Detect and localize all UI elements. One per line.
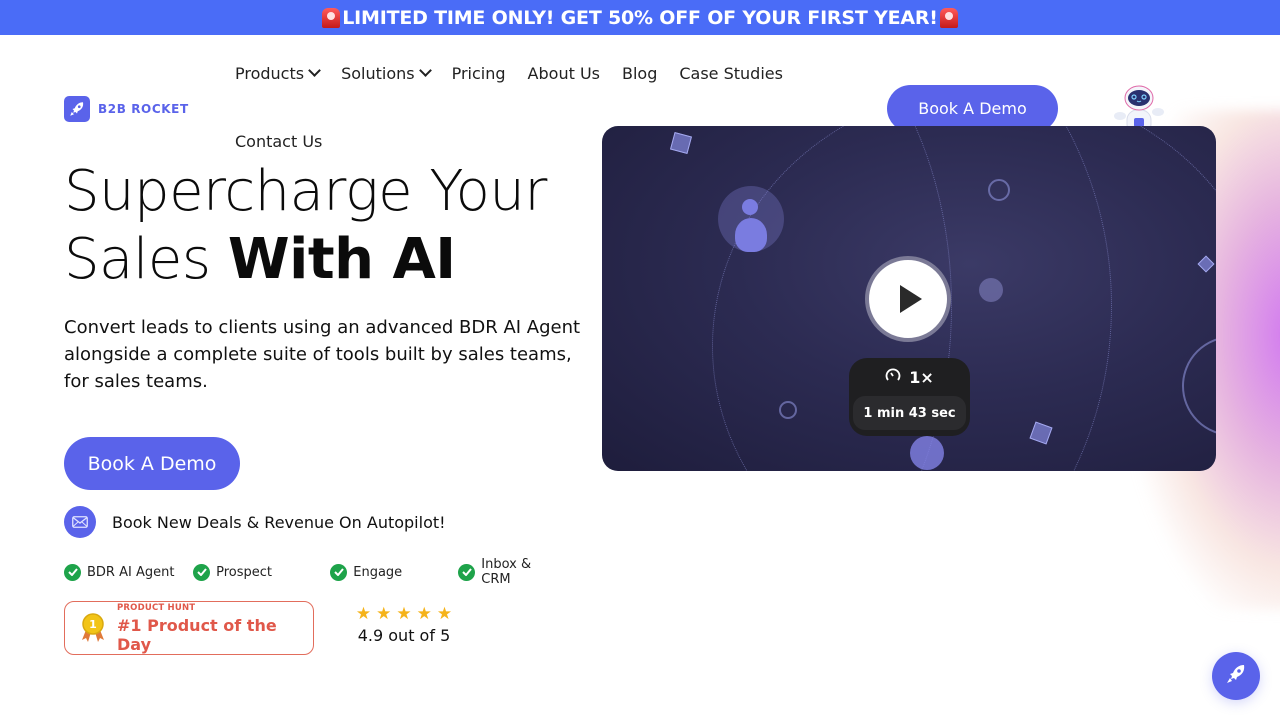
- decorative-dot: [910, 436, 944, 470]
- product-hunt-badge[interactable]: 1 PRODUCT HUNT #1 Product of the Day: [64, 601, 314, 655]
- star-icon: ★: [396, 604, 412, 624]
- chevron-down-icon: [308, 64, 321, 77]
- star-icon: ★: [416, 604, 432, 624]
- nav-label: Case Studies: [679, 63, 783, 83]
- avatar-bubble-icon: [718, 186, 784, 252]
- star-icon: ★: [376, 604, 392, 624]
- star-rating: ★ ★ ★ ★ ★: [354, 606, 454, 623]
- promo-banner-text: LIMITED TIME ONLY! GET 50% OFF OF YOUR F…: [342, 6, 938, 29]
- nav-label: Pricing: [451, 63, 506, 83]
- rating-summary: ★ ★ ★ ★ ★ 4.9 out of 5: [354, 606, 454, 646]
- product-hunt-title: #1 Product of the Day: [117, 615, 277, 654]
- rocket-icon: [64, 96, 90, 122]
- feature-label: Engage: [353, 564, 403, 580]
- feature-label: BDR AI Agent: [87, 564, 175, 580]
- promo-banner[interactable]: LIMITED TIME ONLY! GET 50% OFF OF YOUR F…: [0, 0, 1280, 35]
- feature-item: BDR AI Agent: [64, 557, 193, 587]
- playback-speed: 1×: [909, 367, 934, 387]
- nav-label: About Us: [527, 63, 600, 83]
- nav-item-about-us[interactable]: About Us: [528, 64, 600, 83]
- video-duration: 1 min 43 sec: [853, 396, 966, 430]
- hero-book-demo-button[interactable]: Book A Demo: [64, 437, 240, 490]
- nav-item-solutions[interactable]: Solutions: [341, 63, 432, 83]
- brand-name: B2B ROCKET: [98, 102, 189, 116]
- product-hunt-kicker: PRODUCT HUNT: [117, 602, 196, 613]
- medal-icon: 1: [81, 612, 105, 644]
- autopilot-tagline: Book New Deals & Revenue On Autopilot!: [64, 506, 446, 538]
- siren-icon: [322, 7, 341, 28]
- decorative-ring: [779, 401, 797, 419]
- feature-label: Prospect: [216, 564, 273, 580]
- star-icon: ★: [436, 604, 453, 624]
- feature-list: BDR AI Agent Prospect Engage Inbox & CRM: [64, 557, 564, 587]
- star-icon: ★: [355, 604, 372, 624]
- check-circle-icon: [193, 563, 211, 581]
- main-nav: Products Solutions Pricing About Us Blog…: [235, 60, 835, 152]
- nav-item-case-studies[interactable]: Case Studies: [679, 64, 783, 83]
- header-book-demo-button[interactable]: Book A Demo: [887, 85, 1058, 132]
- play-button[interactable]: [865, 256, 951, 342]
- check-circle-icon: [64, 563, 81, 581]
- mail-icon: [64, 506, 96, 538]
- hero-title-emphasis: With AI: [227, 227, 456, 292]
- chat-widget-button[interactable]: [1212, 652, 1260, 700]
- check-circle-icon: [458, 563, 476, 581]
- siren-icon: [939, 7, 958, 28]
- feature-item: Engage: [330, 557, 458, 587]
- feature-item: Inbox & CRM: [458, 557, 564, 587]
- hero-description: Convert leads to clients using an advanc…: [64, 317, 581, 392]
- nav-item-pricing[interactable]: Pricing: [452, 64, 506, 83]
- playback-info: 1× 1 min 43 sec: [849, 358, 970, 436]
- playback-speed-button[interactable]: 1×: [849, 358, 970, 396]
- rocket-icon: [1224, 662, 1248, 690]
- nav-label: Blog: [621, 63, 658, 83]
- tagline-text: Book New Deals & Revenue On Autopilot!: [112, 512, 446, 532]
- check-circle-icon: [330, 563, 348, 581]
- nav-item-products[interactable]: Products: [235, 63, 321, 83]
- chevron-down-icon: [418, 64, 432, 77]
- feature-item: Prospect: [193, 557, 330, 587]
- nav-label: Products: [235, 63, 305, 83]
- play-icon: [900, 285, 922, 313]
- hero-title-line2: Sales: [64, 227, 228, 292]
- decorative-dot: [979, 278, 1003, 302]
- brand-logo[interactable]: B2B ROCKET: [64, 96, 189, 122]
- nav-item-blog[interactable]: Blog: [622, 64, 657, 83]
- hero-title: Supercharge Your Sales With AI: [64, 158, 547, 294]
- video-player[interactable]: 1× 1 min 43 sec: [602, 126, 1216, 471]
- nav-item-contact-us[interactable]: Contact Us: [235, 132, 322, 151]
- hero-title-line1: Supercharge Your: [64, 159, 547, 224]
- speedometer-icon: [885, 367, 901, 387]
- rating-text: 4.9 out of 5: [357, 626, 451, 645]
- nav-label: Solutions: [341, 63, 415, 83]
- svg-text:1: 1: [89, 618, 97, 631]
- feature-label: Inbox & CRM: [481, 557, 532, 587]
- decorative-ring: [988, 179, 1010, 201]
